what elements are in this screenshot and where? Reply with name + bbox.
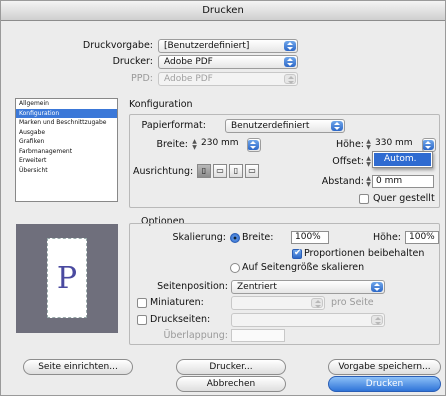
tiling-label: Druckseiten: [150, 314, 211, 325]
landscape-icon[interactable]: ▭ [213, 164, 227, 178]
settings-category-list: Allgemein Konfiguration Marken und Besch… [15, 98, 118, 202]
height-unit-select[interactable] [422, 138, 436, 152]
spacing-field[interactable]: 0 mm [372, 175, 434, 188]
cancel-button[interactable]: Abbrechen [176, 376, 286, 392]
stepper-arrows-icon[interactable]: ▲ ▼ [365, 176, 372, 188]
print-dialog: Drucken Druckvorgabe: [Benutzerdefiniert… [0, 0, 446, 396]
thumbnails-select[interactable] [231, 296, 325, 310]
page-position-value: Zentriert [237, 282, 277, 292]
tiling-checkbox[interactable] [137, 315, 147, 325]
portrait-icon[interactable]: ▯ [197, 164, 211, 178]
updown-arrows-icon [311, 298, 323, 308]
stepper-arrows-icon[interactable]: ▲ ▼ [365, 156, 372, 168]
ppd-select[interactable]: Adobe PDF [158, 72, 298, 86]
fit-page-label: Auf Seitengröße skalieren [242, 262, 365, 273]
page-position-label: Seitenposition: [157, 281, 228, 292]
preset-label: Druckvorgabe: [82, 40, 153, 51]
sidebar-item-farbmanagement[interactable]: Farbmanagement [16, 147, 117, 157]
dropdown-option-auto[interactable]: Autom. [374, 153, 431, 166]
updown-arrows-icon [284, 57, 296, 67]
ppd-label: PPD: [131, 73, 153, 84]
offset-label: Offset: [332, 156, 364, 167]
updown-arrows-icon [284, 41, 296, 51]
preset-value: [Benutzerdefiniert] [164, 41, 250, 51]
paper-size-select[interactable]: Benutzerdefiniert [225, 119, 345, 133]
printer-button[interactable]: Drucker... [176, 359, 286, 375]
spacing-label: Abstand: [321, 176, 364, 187]
thumbnails-label: Miniaturen: [150, 297, 204, 308]
paper-size-label: Papierformat: [141, 120, 206, 131]
sidebar-item-marks-bleed[interactable]: Marken und Beschnittzugabe [16, 118, 117, 128]
per-page-label: pro Seite [331, 297, 374, 308]
offset-dropdown-menu: Autom. [372, 151, 433, 168]
scale-height-label: Höhe: [372, 232, 401, 243]
stepper-arrows-icon[interactable]: ▲ ▼ [191, 139, 198, 151]
width-field[interactable]: 230 mm [198, 138, 246, 151]
scale-width-field[interactable]: 100% [291, 231, 329, 244]
reverse-portrait-icon[interactable]: ▯ [229, 164, 243, 178]
scaling-label: Skalierung: [172, 232, 227, 243]
thumbnails-checkbox[interactable] [137, 298, 147, 308]
updown-arrows-icon [371, 315, 383, 325]
save-preset-button[interactable]: Vorgabe speichern... [328, 359, 441, 375]
print-button[interactable]: Drucken [328, 376, 441, 392]
sidebar-item-erweitert[interactable]: Erweitert [16, 156, 117, 166]
sidebar-item-konfiguration[interactable]: Konfiguration [16, 108, 117, 118]
page-preview: P [16, 224, 118, 333]
keep-proportions-label: Proportionen beibehalten [304, 248, 425, 259]
window-title: Drucken [1, 1, 445, 21]
sidebar-item-ausgabe[interactable]: Ausgabe [16, 128, 117, 138]
scale-width-radio[interactable] [230, 233, 240, 243]
preview-letter: P [56, 261, 78, 296]
width-unit-select[interactable] [247, 138, 261, 152]
printer-label: Drucker: [112, 56, 153, 67]
updown-arrows-icon [248, 140, 259, 150]
sidebar-item-allgemein[interactable]: Allgemein [16, 99, 117, 109]
preset-select[interactable]: [Benutzerdefiniert] [158, 39, 298, 53]
landscape-label: Quer gestellt [373, 193, 435, 204]
keep-proportions-checkbox[interactable] [292, 248, 302, 259]
sidebar-item-uebersicht[interactable]: Übersicht [16, 166, 117, 176]
updown-arrows-icon [284, 74, 296, 84]
overlap-label: Überlappung: [163, 330, 228, 341]
landscape-checkbox[interactable] [359, 194, 369, 204]
orientation-label: Ausrichtung: [133, 166, 194, 177]
overlap-field[interactable] [231, 329, 285, 342]
preview-sheet: P [47, 238, 87, 318]
page-setup-button[interactable]: Seite einrichten... [23, 359, 133, 375]
height-field[interactable]: 330 mm [372, 138, 422, 151]
ppd-value: Adobe PDF [164, 74, 213, 84]
page-position-select[interactable]: Zentriert [231, 280, 385, 294]
reverse-landscape-icon[interactable]: ▭ [245, 164, 259, 178]
tiling-select[interactable] [231, 313, 385, 327]
printer-select[interactable]: Adobe PDF [158, 55, 298, 69]
width-label: Breite: [156, 139, 188, 150]
scale-height-field[interactable]: 100% [405, 231, 439, 244]
height-label: Höhe: [335, 139, 364, 150]
updown-arrows-icon [371, 282, 383, 292]
sidebar-item-grafiken[interactable]: Grafiken [16, 137, 117, 147]
fit-page-radio[interactable] [230, 263, 240, 273]
updown-arrows-icon [331, 121, 343, 131]
stepper-arrows-icon[interactable]: ▲ ▼ [365, 139, 372, 151]
printer-value: Adobe PDF [164, 57, 213, 67]
updown-arrows-icon [423, 140, 434, 150]
scale-width-label: Breite: [242, 232, 274, 243]
config-heading: Konfiguration [129, 99, 193, 110]
paper-size-value: Benutzerdefiniert [231, 121, 310, 131]
